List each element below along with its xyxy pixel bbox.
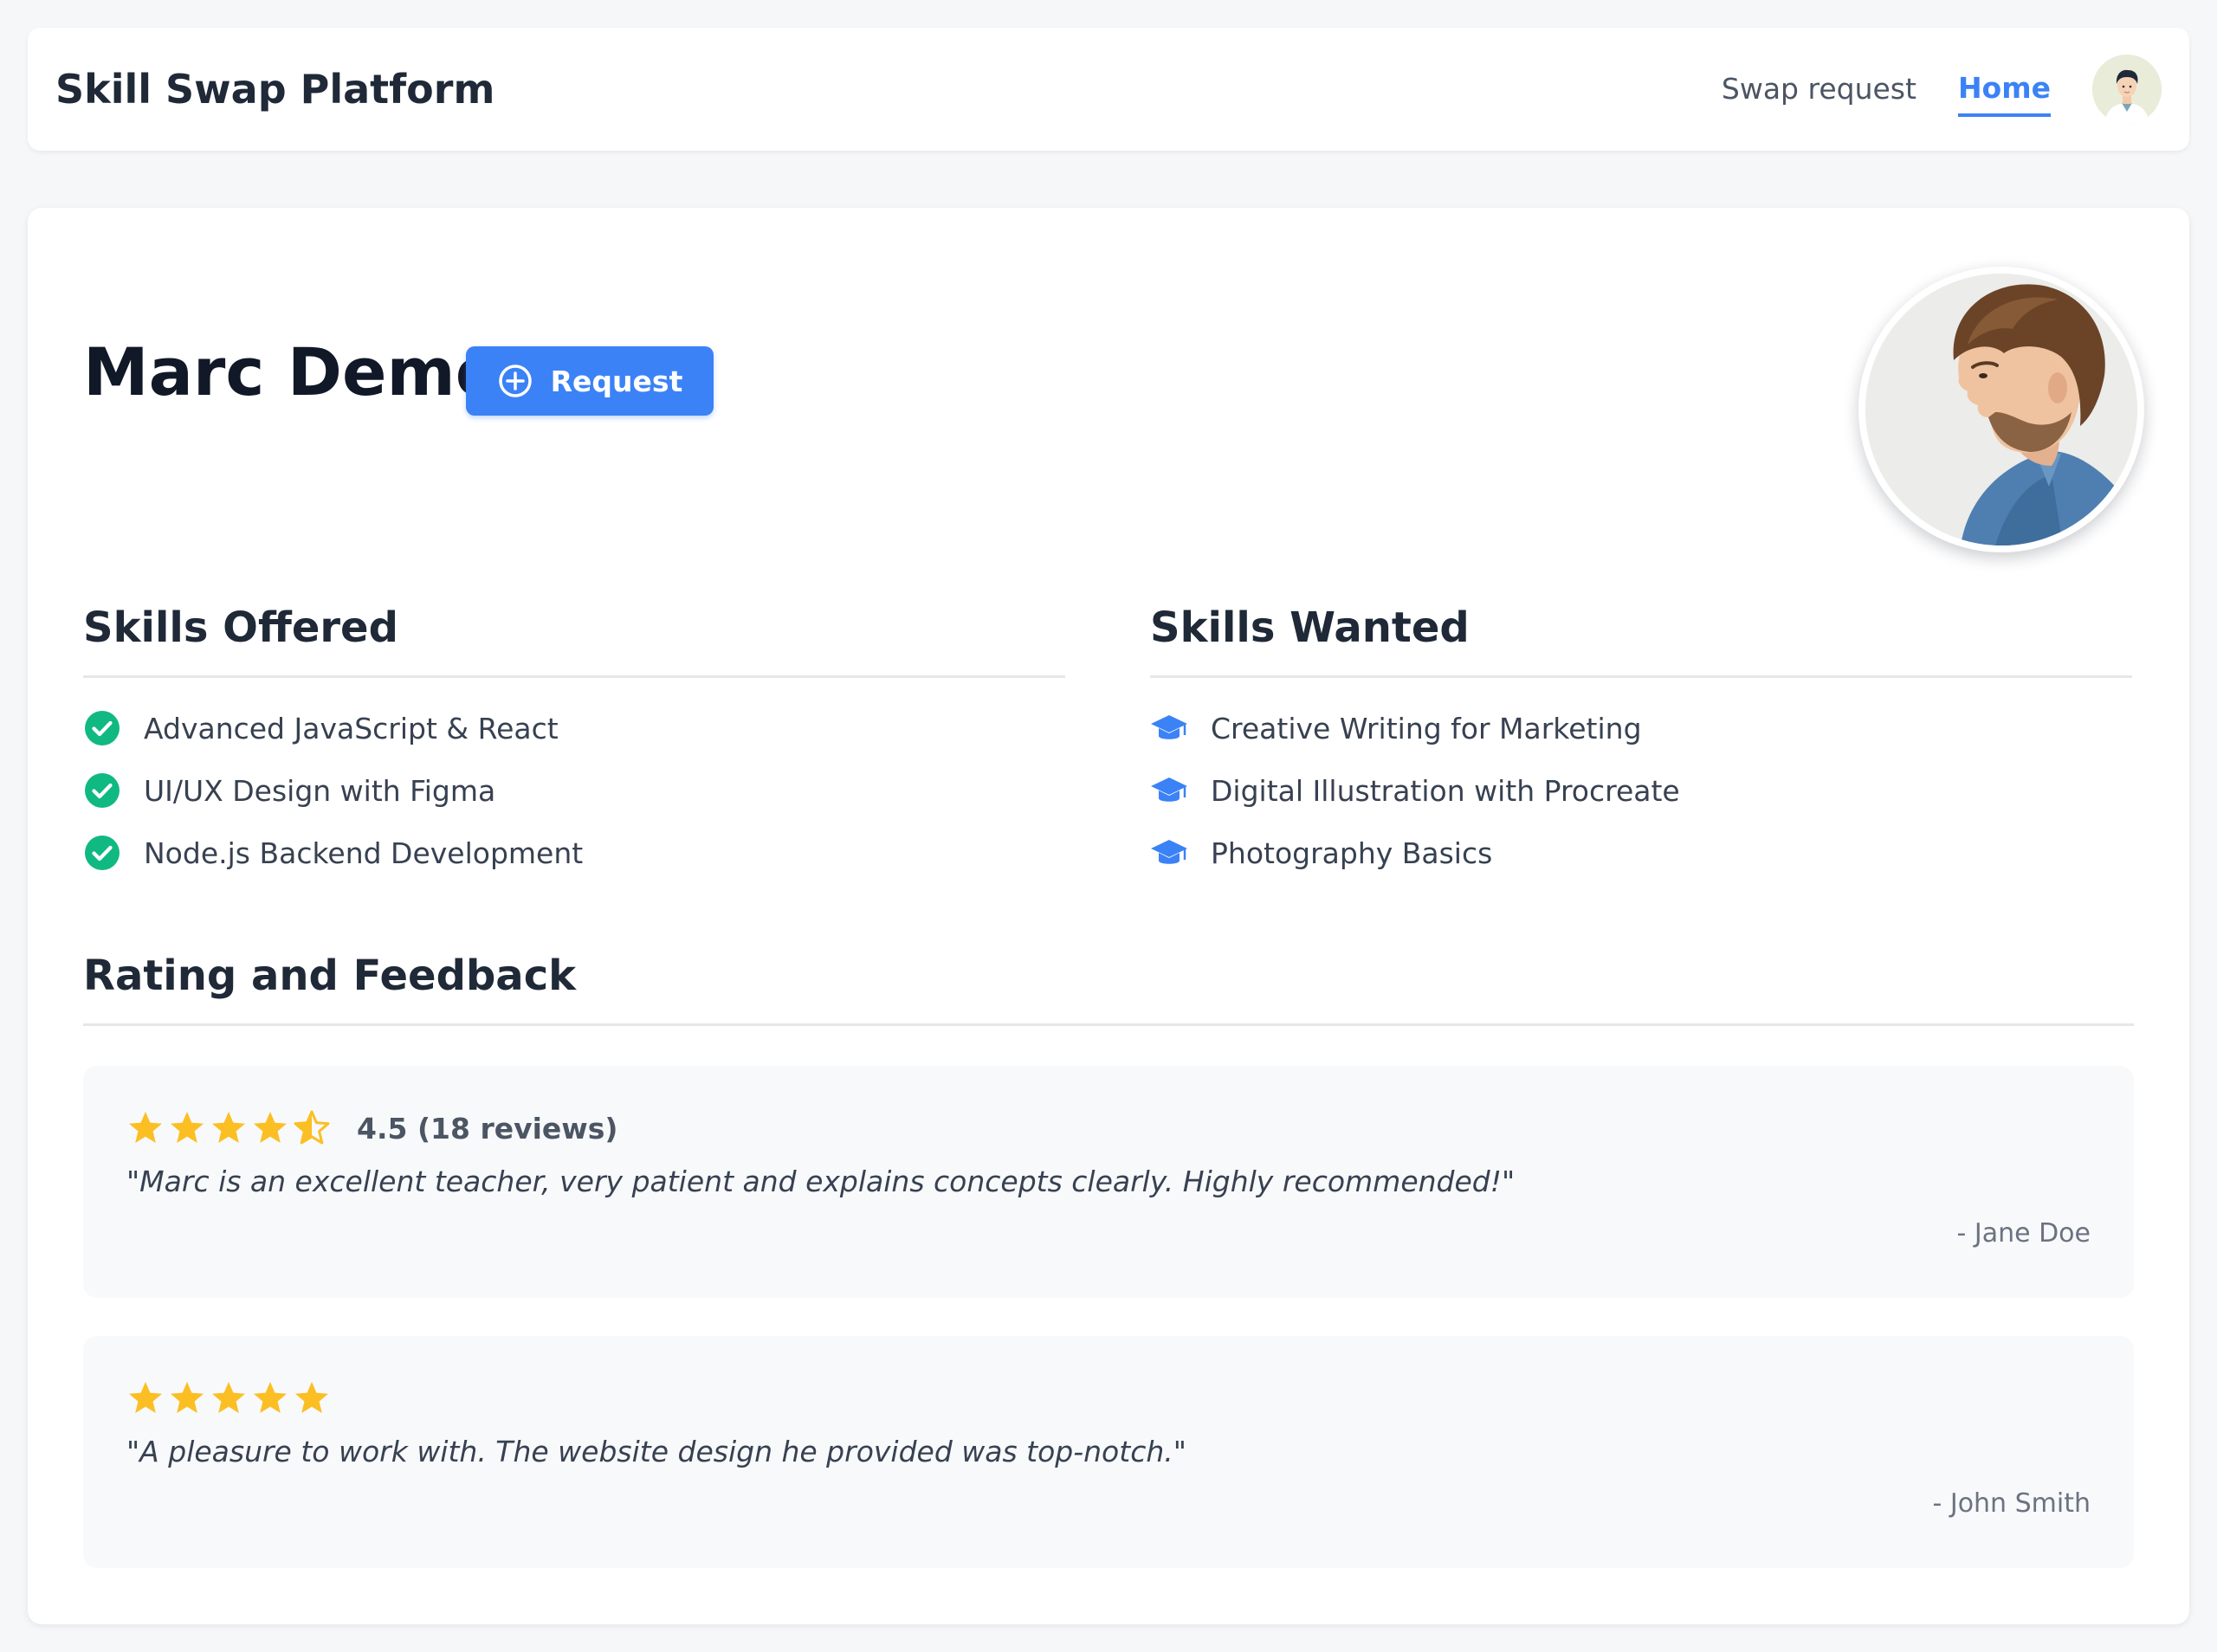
section-divider [83, 1023, 2134, 1026]
top-navbar: Skill Swap Platform Swap request Home [28, 28, 2189, 151]
skills-offered-section: Skills Offered Advanced JavaScript & Rea… [83, 597, 1065, 891]
graduation-cap-icon [1150, 771, 1188, 810]
review-quote: "A pleasure to work with. The website de… [126, 1435, 1186, 1468]
profile-card: Marc Demo Request Skills Offered Advance… [28, 208, 2189, 1624]
brand-title[interactable]: Skill Swap Platform [55, 28, 494, 151]
skill-label: Node.js Backend Development [144, 836, 584, 870]
request-button[interactable]: Request [466, 346, 714, 416]
check-circle-icon [83, 834, 121, 872]
rating-summary: 4.5 (18 reviews) [357, 1111, 618, 1145]
star-full-icon [251, 1109, 289, 1147]
skills-offered-heading: Skills Offered [83, 603, 398, 652]
skill-offered-item: Advanced JavaScript & React [83, 704, 1065, 752]
skills-wanted-section: Skills Wanted Creative Writing for Marke… [1150, 597, 2132, 891]
user-avatar-icon[interactable] [2092, 55, 2162, 124]
profile-photo [1858, 267, 2144, 552]
nav-link-home[interactable]: Home [1957, 61, 2051, 118]
skill-label: UI/UX Design with Figma [144, 773, 496, 808]
star-full-icon [210, 1379, 248, 1417]
skills-wanted-list: Creative Writing for Marketing Digital I… [1150, 704, 2132, 877]
plus-circle-icon [497, 363, 533, 399]
skills-offered-list: Advanced JavaScript & React UI/UX Design… [83, 704, 1065, 877]
review-card: "A pleasure to work with. The website de… [83, 1336, 2134, 1568]
skill-label: Advanced JavaScript & React [144, 711, 559, 745]
rating-feedback-heading: Rating and Feedback [83, 952, 577, 1000]
rating-feedback-section: Rating and Feedback 4.5 (18 reviews) "Ma… [83, 945, 2134, 1606]
skills-wanted-heading: Skills Wanted [1150, 603, 1470, 652]
review-author: - Jane Doe [1956, 1218, 2091, 1249]
skill-wanted-item: Digital Illustration with Procreate [1150, 766, 2132, 815]
skill-wanted-item: Creative Writing for Marketing [1150, 704, 2132, 752]
request-button-label: Request [550, 364, 683, 398]
review-card: 4.5 (18 reviews) "Marc is an excellent t… [83, 1066, 2134, 1298]
skill-label: Creative Writing for Marketing [1211, 711, 1642, 745]
skill-label: Photography Basics [1211, 836, 1493, 870]
profile-name: Marc Demo [83, 333, 501, 410]
star-full-icon [126, 1109, 165, 1147]
review-author: - John Smith [1932, 1488, 2091, 1519]
stars-container [126, 1379, 334, 1417]
reviews-list: 4.5 (18 reviews) "Marc is an excellent t… [83, 1066, 2134, 1568]
section-divider [83, 675, 1065, 678]
stars-container [126, 1109, 334, 1147]
check-circle-icon [83, 709, 121, 747]
star-full-icon [126, 1379, 165, 1417]
graduation-cap-icon [1150, 834, 1188, 872]
star-full-icon [168, 1379, 206, 1417]
star-half-icon [293, 1109, 331, 1147]
star-rating: 4.5 (18 reviews) [126, 1107, 618, 1149]
skill-label: Digital Illustration with Procreate [1211, 773, 1680, 808]
star-full-icon [168, 1109, 206, 1147]
star-full-icon [251, 1379, 289, 1417]
nav-links: Swap request Home [1722, 28, 2162, 151]
nav-link-swap-request[interactable]: Swap request [1722, 62, 1916, 117]
skill-offered-item: Node.js Backend Development [83, 829, 1065, 877]
check-circle-icon [83, 771, 121, 810]
section-divider [1150, 675, 2132, 678]
skill-wanted-item: Photography Basics [1150, 829, 2132, 877]
star-full-icon [210, 1109, 248, 1147]
skill-offered-item: UI/UX Design with Figma [83, 766, 1065, 815]
star-rating [126, 1378, 357, 1419]
graduation-cap-icon [1150, 709, 1188, 747]
review-quote: "Marc is an excellent teacher, very pati… [126, 1165, 1516, 1198]
star-full-icon [293, 1379, 331, 1417]
